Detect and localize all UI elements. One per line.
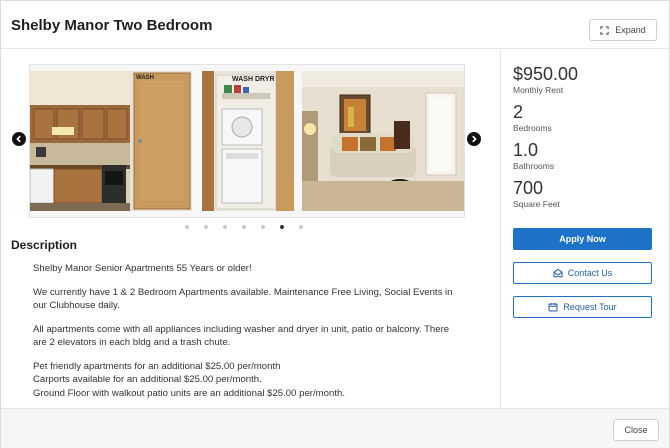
- living-room-photo[interactable]: [302, 71, 464, 211]
- kitchen-sign-text: WASH: [136, 75, 154, 81]
- apply-now-button[interactable]: Apply Now: [513, 228, 652, 250]
- listing-details: WASH WASH DRYR Description Shelby Manor …: [1, 50, 501, 408]
- description-line: Carports available for an additional $25…: [33, 374, 262, 385]
- pricing-sidebar: $950.00 Monthly Rent 2 Bedrooms 1.0 Bath…: [502, 50, 669, 408]
- carousel-dots: [185, 225, 303, 229]
- description-paragraph: We currently have 1 & 2 Bedroom Apartmen…: [33, 286, 463, 313]
- description-line: Pet friendly apartments for an additiona…: [33, 360, 281, 372]
- contact-us-button[interactable]: Contact Us: [513, 262, 652, 284]
- kitchen-photo[interactable]: WASH: [30, 71, 192, 211]
- request-tour-button[interactable]: Request Tour: [513, 296, 652, 318]
- description-line: Shelby Manor Senior Apartments 55 Years …: [33, 263, 252, 274]
- description-paragraph: All apartments come with all appliances …: [33, 323, 463, 350]
- mail-icon: [553, 268, 563, 278]
- bathrooms-label: Bathrooms: [513, 161, 555, 171]
- close-button[interactable]: Close: [613, 419, 659, 441]
- description-paragraph: Pet friendly apartments for an additiona…: [33, 360, 463, 401]
- page-title: Shelby Manor Two Bedroom: [11, 17, 213, 34]
- contact-us-label: Contact Us: [567, 268, 613, 278]
- apply-now-label: Apply Now: [559, 234, 606, 244]
- description-paragraph: Shelby Manor Senior Apartments 55 Years …: [33, 262, 463, 276]
- description-body: Shelby Manor Senior Apartments 55 Years …: [33, 262, 463, 408]
- modal-header: Shelby Manor Two Bedroom Expand: [1, 1, 669, 49]
- laundry-closet-photo[interactable]: WASH DRYR: [202, 71, 294, 211]
- bathrooms-value: 1.0: [513, 140, 539, 160]
- description-heading: Description: [11, 238, 78, 252]
- carousel-dot-active[interactable]: [280, 225, 284, 229]
- description-line: We currently have 1 & 2 Bedroom Apartmen…: [33, 286, 453, 298]
- chevron-right-icon: [472, 135, 477, 143]
- chevron-left-icon: [16, 135, 21, 143]
- carousel-dot[interactable]: [261, 225, 265, 229]
- floorplan-modal: Shelby Manor Two Bedroom Expand WASH WAS…: [0, 0, 670, 448]
- rent-label: Monthly Rent: [513, 85, 564, 95]
- expand-button[interactable]: Expand: [589, 19, 657, 41]
- bedrooms-value: 2: [513, 102, 524, 122]
- description-line: are 2 elevators in each bldg and a trash…: [33, 337, 231, 348]
- close-label: Close: [624, 425, 648, 435]
- rent-value: $950.00: [513, 64, 579, 84]
- request-tour-label: Request Tour: [563, 302, 617, 312]
- description-line: Ground Floor with walkout patio units ar…: [33, 387, 345, 399]
- description-line: our Clubhouse daily.: [33, 300, 120, 311]
- carousel-dot[interactable]: [242, 225, 246, 229]
- calendar-icon: [548, 303, 558, 312]
- carousel-next-button[interactable]: [467, 132, 481, 146]
- carousel-dot[interactable]: [204, 225, 208, 229]
- sqft-label: Square Feet: [513, 199, 560, 209]
- photo-carousel[interactable]: WASH WASH DRYR: [29, 64, 465, 218]
- expand-label: Expand: [615, 25, 646, 35]
- description-line: All apartments come with all appliances …: [33, 323, 450, 335]
- modal-footer: Close: [1, 408, 669, 448]
- expand-icon: [600, 25, 609, 35]
- carousel-prev-button[interactable]: [12, 132, 26, 146]
- laundry-sign-text: WASH DRYR: [232, 76, 275, 83]
- bedrooms-label: Bedrooms: [513, 123, 552, 133]
- carousel-dot[interactable]: [185, 225, 189, 229]
- carousel-dot[interactable]: [223, 225, 227, 229]
- carousel-dot[interactable]: [299, 225, 303, 229]
- sqft-value: 700: [513, 178, 544, 198]
